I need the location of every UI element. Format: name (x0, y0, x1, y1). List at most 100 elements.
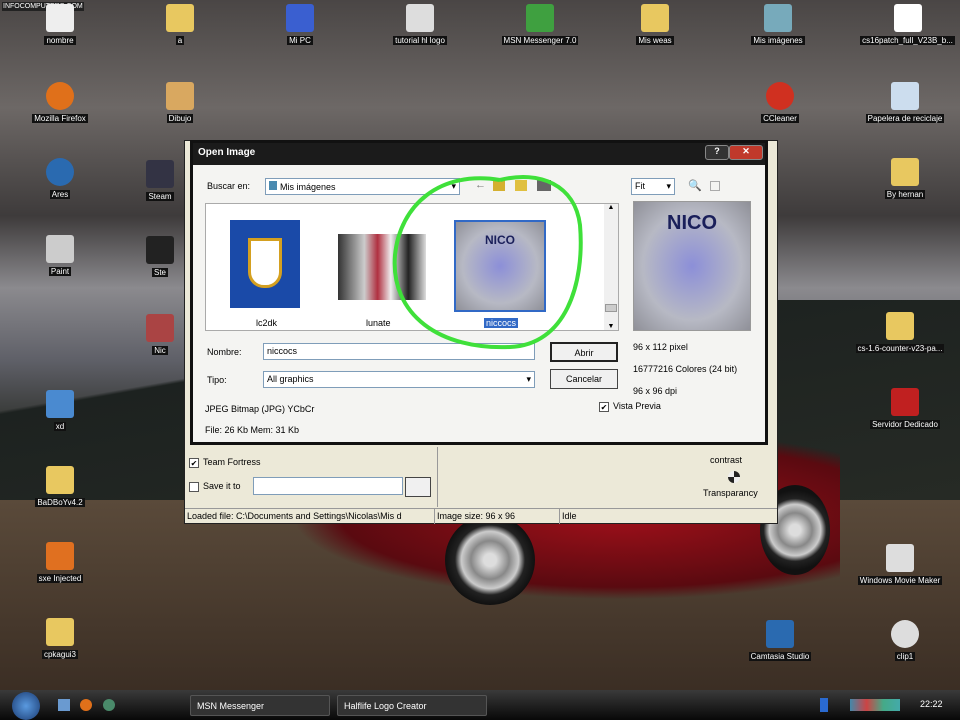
file-thumbnail[interactable] (230, 220, 300, 308)
desktop-icon-label: Camtasia Studio (748, 652, 812, 661)
desktop-icon-image (146, 236, 174, 264)
divider (437, 447, 438, 507)
desktop-icon[interactable]: Camtasia Studio (735, 620, 825, 661)
zoom-preview-icon[interactable]: 🔍 (688, 179, 702, 192)
desktop-icon-label: xd (53, 422, 67, 431)
desktop-icon-image (893, 4, 922, 32)
desktop-icon[interactable]: Ste (130, 236, 190, 277)
save-path-input[interactable] (253, 477, 403, 495)
status-image-size: Image size: 96 x 96 (435, 509, 560, 524)
desktop-icon-image (166, 82, 194, 110)
desktop-icon-image (891, 388, 919, 416)
quick-launch-icon[interactable] (58, 699, 70, 711)
desktop-icon[interactable]: clip1 (855, 620, 955, 661)
bluetooth-icon[interactable] (820, 698, 828, 712)
desktop-icon-label: sxe Injected (36, 574, 84, 583)
browse-button[interactable] (405, 477, 431, 497)
firefox-icon[interactable] (80, 699, 92, 711)
close-button[interactable]: ✕ (729, 145, 763, 160)
desktop-icon-image (406, 4, 434, 32)
desktop-icon[interactable]: sxe Injected (15, 542, 105, 583)
desktop-icon[interactable]: cpkagui3 (15, 618, 105, 659)
cancel-button[interactable]: Cancelar (550, 369, 618, 389)
start-button[interactable] (12, 692, 40, 720)
save-it-to-checkbox[interactable]: Save it to (189, 481, 241, 492)
desktop-icon-label: BaDBoYv4.2 (35, 498, 85, 507)
desktop-icon[interactable]: Mozilla Firefox (15, 82, 105, 123)
desktop-icon-image (46, 82, 74, 110)
desktop-icon-image (766, 620, 794, 648)
desktop-icon-label: MSN Messenger 7.0 (501, 36, 579, 45)
desktop-icon-image (46, 4, 74, 32)
desktop-icon[interactable]: Mi PC (255, 4, 345, 45)
desktop-icon[interactable]: MSN Messenger 7.0 (495, 4, 585, 45)
chevron-down-icon: ▾ (526, 374, 531, 384)
contrast-label: contrast (710, 455, 743, 465)
desktop-icon-image (46, 466, 74, 494)
desktop-icon-label: Mis weas (636, 36, 674, 45)
desktop-icon[interactable]: By hernan (855, 158, 955, 199)
desktop-icon[interactable]: a (135, 4, 225, 45)
desktop-icon-label: nombre (44, 36, 76, 45)
look-in-label: Buscar en: (207, 181, 251, 191)
desktop-icon-label: Papelera de reciclaje (865, 114, 945, 123)
transparency-icon[interactable] (728, 471, 740, 483)
desktop-icon-label: Mi PC (287, 36, 313, 45)
desktop-icon-image (146, 314, 174, 342)
quick-launch-icon[interactable] (103, 699, 115, 711)
desktop-icon[interactable]: cs-1.6-counter-v23-pa... (840, 312, 960, 353)
desktop-icon[interactable]: cs16patch_full_V23B_b... (855, 4, 960, 45)
file-type-select[interactable]: All graphics ▾ (263, 371, 535, 388)
desktop-icon[interactable]: CCleaner (735, 82, 825, 123)
desktop-icon[interactable]: Mis weas (610, 4, 700, 45)
next-icon[interactable] (710, 181, 720, 191)
desktop-icon-image (764, 4, 792, 32)
desktop-icon-label: cs-1.6-counter-v23-pa... (855, 344, 945, 353)
desktop-icon-image (891, 82, 919, 110)
desktop-icon[interactable]: Mis imágenes (733, 4, 823, 45)
desktop-icon[interactable]: xd (15, 390, 105, 431)
dialog-title: Open Image (198, 147, 256, 158)
tray-icons[interactable] (850, 699, 900, 711)
desktop-icon[interactable]: BaDBoYv4.2 (15, 466, 105, 507)
desktop-icon[interactable]: Steam (130, 160, 190, 201)
file-name[interactable]: lc2dk (256, 318, 277, 328)
desktop-icon[interactable]: Dibujo (135, 82, 225, 123)
name-label: Nombre: (207, 347, 242, 357)
desktop-icon[interactable]: Nic (130, 314, 190, 355)
size-info: File: 26 Kb Mem: 31 Kb (205, 425, 300, 435)
desktop-icon-image (46, 390, 74, 418)
desktop-icon[interactable]: Servidor Dedicado (855, 388, 955, 429)
desktop-icon-image (641, 4, 669, 32)
desktop-icon-label: Mis imágenes (751, 36, 805, 45)
desktop-icon[interactable]: Paint (15, 235, 105, 276)
preview-dimensions: 96 x 112 pixel (633, 342, 688, 352)
fit-select[interactable]: Fit ▾ (631, 178, 675, 195)
desktop-icon[interactable]: Papelera de reciclaje (855, 82, 955, 123)
scrollbar[interactable]: ▲ ▼ (604, 204, 618, 330)
desktop-icon-label: Servidor Dedicado (870, 420, 940, 429)
preview-checkbox[interactable]: ✔ Vista Previa (599, 401, 661, 412)
desktop-icon-image (886, 544, 914, 572)
team-fortress-checkbox[interactable]: ✔ Team Fortress (189, 457, 261, 468)
clock[interactable]: 22:22 (920, 699, 943, 709)
desktop-icon-label: CCleaner (761, 114, 799, 123)
desktop-icon[interactable]: tutorial hl logo (375, 4, 465, 45)
taskbar-item-logo-creator[interactable]: Halflife Logo Creator (337, 695, 487, 716)
desktop-icon[interactable]: Windows Movie Maker (845, 544, 955, 585)
annotation-circle (392, 175, 583, 350)
desktop-icon-label: cs16patch_full_V23B_b... (860, 36, 955, 45)
desktop-icon-image (46, 235, 74, 263)
transparency-label: Transparancy (703, 488, 758, 498)
help-button[interactable]: ? (705, 145, 729, 160)
preview-dpi: 96 x 96 dpi (633, 386, 678, 396)
desktop-icon-label: Ste (151, 268, 168, 277)
taskbar-item-msn[interactable]: MSN Messenger (190, 695, 330, 716)
desktop-icon[interactable]: Ares (15, 158, 105, 199)
desktop-icon[interactable]: nombre (15, 4, 105, 45)
desktop-icon-label: Mozilla Firefox (32, 114, 88, 123)
taskbar: MSN Messenger Halflife Logo Creator 22:2… (0, 690, 960, 720)
desktop-icon-image (886, 312, 914, 340)
folder-icon (269, 181, 277, 190)
desktop-icon-image (891, 158, 919, 186)
